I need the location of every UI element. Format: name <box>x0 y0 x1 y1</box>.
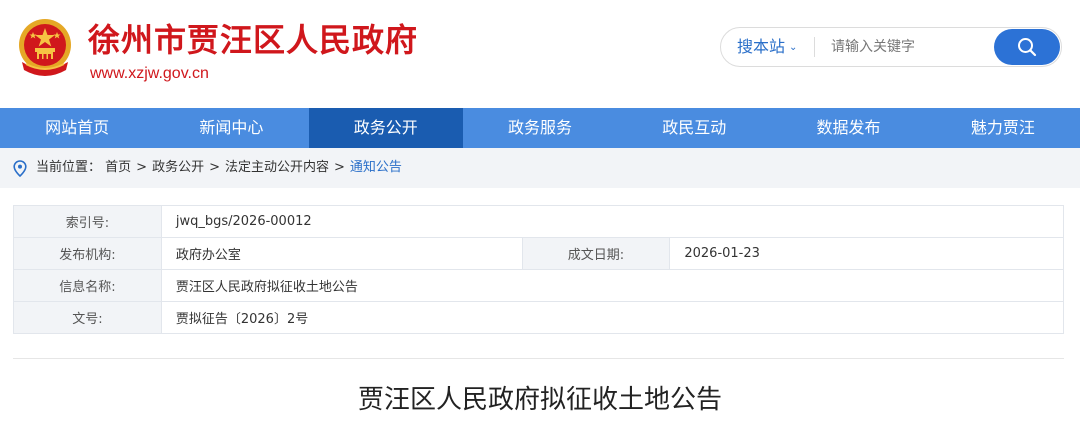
breadcrumb-prefix: 当前位置： <box>36 160 102 175</box>
document-number-label: 文号: <box>13 301 162 334</box>
article-title: 贾汪区人民政府拟征收土地公告 <box>357 385 722 415</box>
breadcrumb-statutory-link[interactable]: 法定主动公开内容 <box>225 160 329 175</box>
search-input[interactable] <box>831 34 991 60</box>
search-box: 搜本站 ⌄ <box>720 27 1062 67</box>
publisher-label: 发布机构: <box>13 237 162 270</box>
table-row: 信息名称: 贾汪区人民政府拟征收土地公告 <box>13 269 1065 302</box>
breadcrumb-gov-affairs-link[interactable]: 政务公开 <box>152 160 204 175</box>
main-nav: 网站首页 新闻中心 政务公开 政务服务 政民互动 数据发布 魅力贾汪 <box>0 108 1080 148</box>
nav-item-news[interactable]: 新闻中心 <box>154 108 308 148</box>
search-divider <box>814 37 815 57</box>
date-value: 2026-01-23 <box>669 237 1064 270</box>
index-number-value: jwq_bgs/2026-00012 <box>160 205 1065 238</box>
breadcrumb: 当前位置： 首页 > 政务公开 > 法定主动公开内容 > 通知公告 <box>0 148 1080 188</box>
nav-item-data-release[interactable]: 数据发布 <box>771 108 925 148</box>
divider <box>13 358 1064 359</box>
nav-item-home[interactable]: 网站首页 <box>0 108 154 148</box>
breadcrumb-separator: > <box>209 160 220 175</box>
document-number-value: 贾拟征告〔2026〕2号 <box>160 301 1065 334</box>
publisher-value: 政府办公室 <box>160 237 523 270</box>
search-icon <box>1018 38 1037 57</box>
location-pin-icon <box>13 160 27 177</box>
breadcrumb-separator: > <box>334 160 345 175</box>
document-info-table: 索引号: jwq_bgs/2026-00012 发布机构: 政府办公室 成文日期… <box>13 205 1065 334</box>
nav-item-interaction[interactable]: 政民互动 <box>617 108 771 148</box>
nav-item-charm-jiawang[interactable]: 魅力贾汪 <box>926 108 1080 148</box>
breadcrumb-home-link[interactable]: 首页 <box>105 160 131 175</box>
date-label: 成文日期: <box>521 237 671 270</box>
breadcrumb-notice-link[interactable]: 通知公告 <box>350 160 402 175</box>
info-name-label: 信息名称: <box>13 269 162 302</box>
site-title[interactable]: 徐州市贾汪区人民政府 <box>88 20 418 60</box>
chevron-down-icon: ⌄ <box>789 41 798 53</box>
index-number-label: 索引号: <box>13 205 162 238</box>
nav-item-gov-services[interactable]: 政务服务 <box>463 108 617 148</box>
search-scope-dropdown[interactable]: 搜本站 ⌄ <box>737 28 797 66</box>
table-row: 索引号: jwq_bgs/2026-00012 <box>13 205 1065 238</box>
site-header: 徐州市贾汪区人民政府 www.xzjw.gov.cn 搜本站 ⌄ <box>0 0 1080 108</box>
nav-item-gov-affairs-open[interactable]: 政务公开 <box>308 108 463 148</box>
table-row: 发布机构: 政府办公室 成文日期: 2026-01-23 <box>13 237 1064 270</box>
national-emblem-icon[interactable] <box>16 18 74 82</box>
info-name-value: 贾汪区人民政府拟征收土地公告 <box>160 269 1065 302</box>
table-row: 文号: 贾拟征告〔2026〕2号 <box>13 301 1065 334</box>
search-button[interactable] <box>994 29 1060 65</box>
site-url[interactable]: www.xzjw.gov.cn <box>90 64 209 84</box>
breadcrumb-separator: > <box>136 160 148 175</box>
search-scope-label: 搜本站 <box>737 37 786 56</box>
breadcrumb-trail: 当前位置： 首页 > 政务公开 > 法定主动公开内容 > 通知公告 <box>36 148 402 188</box>
